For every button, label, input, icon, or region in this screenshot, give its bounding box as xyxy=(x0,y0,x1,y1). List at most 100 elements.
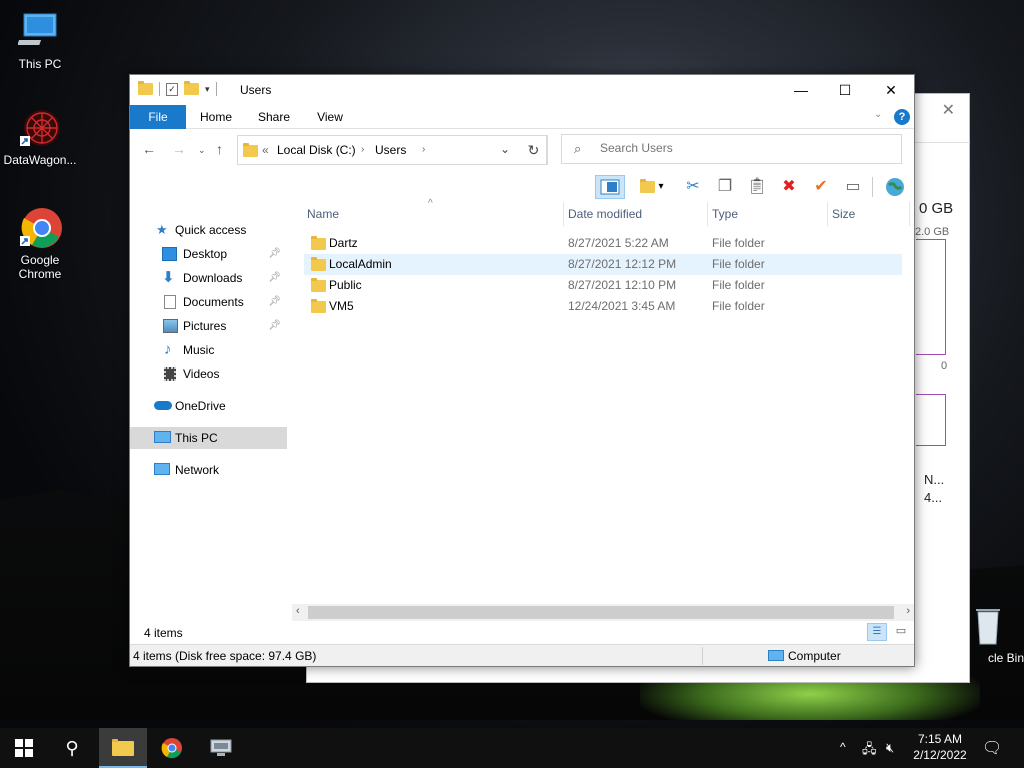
desktop-icon-datawagon[interactable]: DataWagon... xyxy=(0,106,80,167)
file-date: 12/24/2021 3:45 AM xyxy=(568,299,676,313)
column-header-type[interactable]: Type xyxy=(712,202,828,226)
quick-access-toolbar: ✓ ▾ xyxy=(138,81,217,96)
chevron-right-icon[interactable]: › xyxy=(361,144,364,155)
sidebar-item-documents[interactable]: Documents 📌︎ xyxy=(130,291,287,313)
properties-icon[interactable]: ✓ xyxy=(166,82,178,96)
search-input[interactable] xyxy=(600,141,890,155)
close-icon[interactable]: ✕ xyxy=(942,100,955,120)
table-row[interactable]: VM5 12/24/2021 3:45 AM File folder xyxy=(304,296,902,317)
volume-muted-icon[interactable]: 🔇︎ xyxy=(886,740,894,768)
music-icon: ♪ xyxy=(164,341,172,358)
sidebar-item-label: OneDrive xyxy=(175,399,226,413)
pin-icon[interactable]: 📌︎ xyxy=(268,291,281,313)
checkmark-icon[interactable]: ✔ xyxy=(808,175,834,199)
preview-pane-icon[interactable] xyxy=(595,175,625,199)
up-arrow-icon[interactable]: ↑ xyxy=(216,141,223,157)
memory-min-label: 0 xyxy=(941,360,948,372)
command-toolbar: ▾ ✂ ❐ 📋︎ ✖ ✔ ▭ xyxy=(592,172,914,202)
address-segment-local-disk[interactable]: Local Disk (C:) xyxy=(277,143,356,157)
large-icons-view-icon[interactable]: ▭ xyxy=(891,623,911,641)
expand-ribbon-icon[interactable]: ⌄ xyxy=(874,109,882,120)
search-box[interactable]: ⌕ xyxy=(561,134,902,164)
recent-locations-icon[interactable]: ⌄ xyxy=(198,145,206,156)
file-name: VM5 xyxy=(329,299,354,313)
column-header-size[interactable]: Size xyxy=(832,202,910,226)
window-title: Users xyxy=(240,83,272,97)
scrollbar-thumb[interactable] xyxy=(308,606,894,619)
customize-qat-icon[interactable]: ▾ xyxy=(205,84,210,95)
sidebar-item-label: Music xyxy=(183,343,215,357)
scroll-left-icon[interactable]: ‹ xyxy=(296,605,300,617)
globe-icon[interactable] xyxy=(882,175,908,199)
chevron-up-icon[interactable]: ^ xyxy=(840,740,846,768)
documents-icon xyxy=(164,295,176,309)
forward-arrow-icon[interactable]: → xyxy=(172,141,186,157)
scroll-right-icon[interactable]: › xyxy=(906,605,910,617)
search-icon[interactable]: ⚲ xyxy=(48,728,96,768)
new-folder-icon[interactable] xyxy=(184,81,199,95)
desktop-icon-google-chrome[interactable]: Google Chrome xyxy=(0,206,80,281)
file-list: ^ Name Date modified Type Size Dartz 8/2… xyxy=(302,198,914,602)
refresh-icon[interactable]: ↻ xyxy=(520,135,548,165)
desktop-icon-this-pc[interactable]: This PC xyxy=(0,10,80,71)
sidebar-item-videos[interactable]: Videos xyxy=(130,363,287,385)
sidebar-item-pictures[interactable]: Pictures 📌︎ xyxy=(130,315,287,337)
address-dropdown-icon[interactable]: ⌄ xyxy=(500,142,510,156)
memory-composition-bar xyxy=(916,394,946,446)
folder-icon xyxy=(243,143,258,157)
pin-icon[interactable]: 📌︎ xyxy=(268,243,281,265)
system-clock[interactable]: 7:15 AM 2/12/2022 xyxy=(905,731,975,768)
copy-icon[interactable]: ❐ xyxy=(712,175,738,199)
sidebar-item-onedrive[interactable]: OneDrive xyxy=(130,395,287,417)
address-overflow[interactable]: « xyxy=(262,143,269,157)
file-type: File folder xyxy=(712,257,765,271)
table-row[interactable]: LocalAdmin 8/27/2021 12:12 PM File folde… xyxy=(304,254,902,275)
taskbar-file-explorer[interactable] xyxy=(99,728,147,768)
tab-home[interactable]: Home xyxy=(190,105,242,129)
folder-icon xyxy=(138,81,153,95)
file-explorer-window[interactable]: ✓ ▾ Users — ☐ ✕ File Home Share View ⌄ ?… xyxy=(129,74,915,667)
start-button[interactable] xyxy=(0,728,48,768)
desktop-icon-label: This PC xyxy=(18,57,62,71)
sidebar-item-music[interactable]: ♪ Music xyxy=(130,339,287,361)
network-status-icon[interactable]: 🖧︎ xyxy=(862,740,877,768)
close-button[interactable]: ✕ xyxy=(868,75,914,105)
file-date: 8/27/2021 12:10 PM xyxy=(568,278,677,292)
paste-icon[interactable]: 📋︎ xyxy=(744,175,770,199)
pin-icon[interactable]: 📌︎ xyxy=(268,267,281,289)
tab-share[interactable]: Share xyxy=(248,105,300,129)
rename-icon[interactable]: ▭ xyxy=(840,175,866,199)
minimize-button[interactable]: — xyxy=(778,75,824,105)
title-bar[interactable]: ✓ ▾ Users — ☐ ✕ xyxy=(130,75,914,105)
tab-view[interactable]: View xyxy=(304,105,356,129)
star-icon: ★ xyxy=(156,222,168,237)
tab-file[interactable]: File xyxy=(130,105,186,129)
file-explorer-icon xyxy=(112,739,134,756)
sidebar-item-label: This PC xyxy=(175,431,218,445)
taskbar-chrome[interactable] xyxy=(148,728,196,768)
pin-icon[interactable]: 📌︎ xyxy=(268,315,281,337)
horizontal-scrollbar[interactable]: ‹ › xyxy=(292,604,914,621)
notification-icon[interactable]: 🗨︎ xyxy=(982,738,1002,768)
taskbar-app[interactable] xyxy=(197,728,245,768)
sidebar-item-quick-access[interactable]: ★ Quick access xyxy=(130,219,287,241)
address-bar[interactable]: « Local Disk (C:) › Users › ⌄ xyxy=(237,135,547,165)
sidebar-item-downloads[interactable]: ⬇ Downloads 📌︎ xyxy=(130,267,287,289)
chevron-right-icon[interactable]: › xyxy=(422,144,425,155)
item-count: 4 items xyxy=(144,626,183,640)
back-arrow-icon[interactable]: ← xyxy=(142,141,156,157)
address-segment-users[interactable]: Users xyxy=(375,143,406,157)
sidebar-item-this-pc[interactable]: This PC xyxy=(130,427,287,449)
table-row[interactable]: Dartz 8/27/2021 5:22 AM File folder xyxy=(304,233,902,254)
details-view-icon[interactable]: ☰ xyxy=(867,623,887,641)
column-header-name[interactable]: Name xyxy=(307,202,564,226)
chevron-down-icon[interactable]: ▾ xyxy=(654,175,668,199)
help-icon[interactable]: ? xyxy=(894,109,910,125)
cut-icon[interactable]: ✂ xyxy=(680,175,706,199)
column-header-date-modified[interactable]: Date modified xyxy=(568,202,708,226)
sidebar-item-desktop[interactable]: Desktop 📌︎ xyxy=(130,243,287,265)
maximize-button[interactable]: ☐ xyxy=(822,75,868,105)
table-row[interactable]: Public 8/27/2021 12:10 PM File folder xyxy=(304,275,902,296)
delete-icon[interactable]: ✖ xyxy=(776,175,802,199)
sidebar-item-network[interactable]: Network xyxy=(130,459,287,481)
